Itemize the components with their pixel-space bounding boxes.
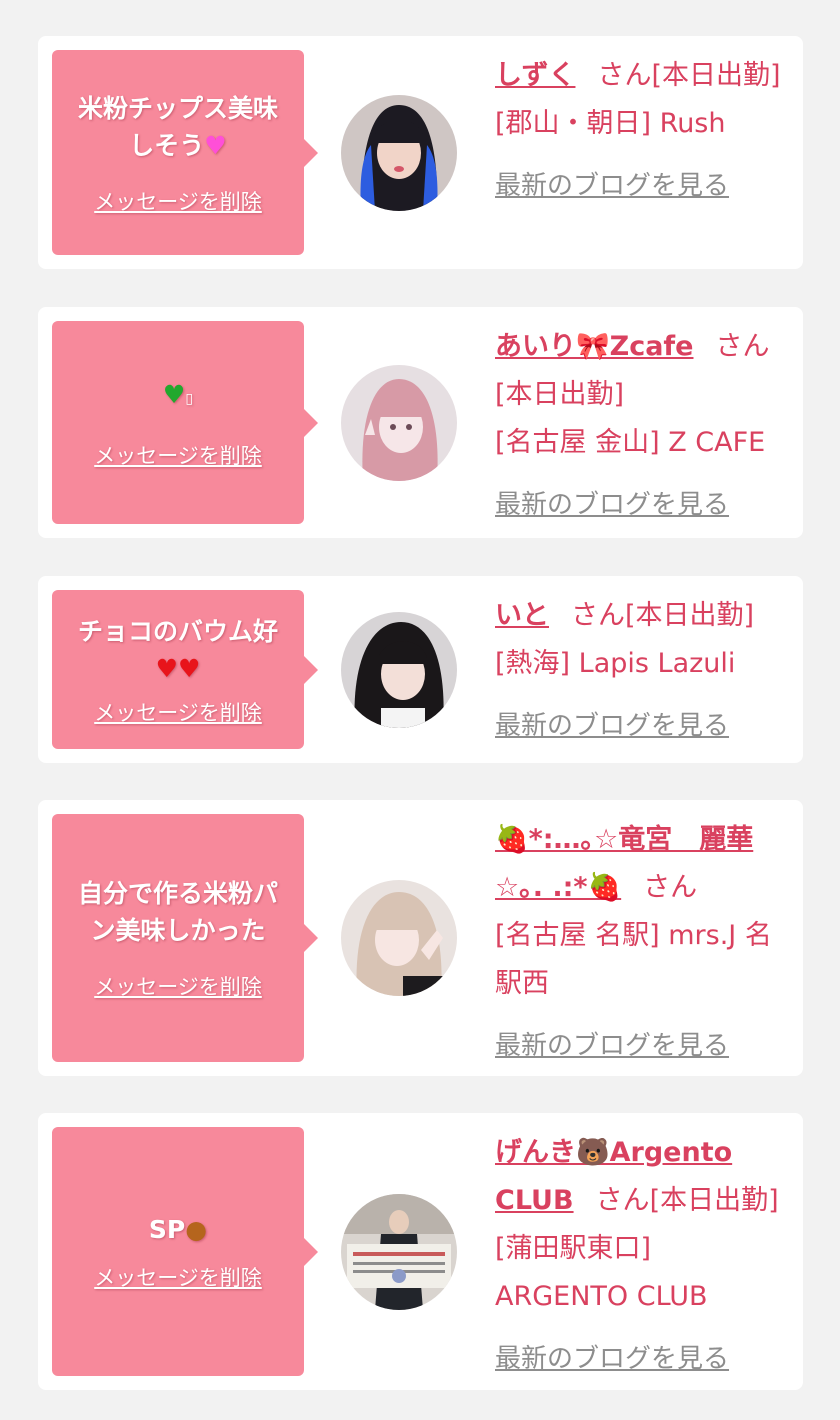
- avatar[interactable]: [341, 611, 457, 728]
- delete-message-link[interactable]: メッセージを削除: [94, 1262, 262, 1292]
- message-card: SP● メッセージを削除 げんき🐻Argento CLUB さん[本日出勤] [蒲…: [38, 1113, 803, 1390]
- cast-info: 🍓*:…｡☆竜宮 麗華☆｡. .:*🍓 さん [名古屋 名駅] mrs.J 名駅西…: [495, 816, 789, 1070]
- latest-blog-link[interactable]: 最新のブログを見る: [495, 481, 729, 529]
- red-heart-icon: ♥♥: [155, 653, 201, 683]
- latest-blog-link[interactable]: 最新のブログを見る: [495, 1022, 729, 1070]
- avatar[interactable]: [341, 880, 457, 996]
- cast-info: あいり🎀Zcafe さん [本日出勤] [名古屋 金山] Z CAFE 最新のブロ…: [495, 323, 789, 529]
- shop-label: [名古屋 名駅] mrs.J 名駅西: [495, 920, 772, 999]
- message-bubble: 自分で作る米粉パン美味しかった メッセージを削除: [52, 814, 318, 1062]
- status-label: [本日出勤]: [651, 60, 781, 91]
- cast-info: いと さん[本日出勤] [熱海] Lapis Lazuli 最新のブログを見る: [495, 592, 789, 750]
- delete-message-link[interactable]: メッセージを削除: [94, 697, 262, 727]
- message-text: チョコのバウム好 ♥♥: [77, 616, 278, 683]
- message-card: 自分で作る米粉パン美味しかった メッセージを削除 🍓*:…｡☆竜宮 麗華☆｡. …: [38, 800, 803, 1076]
- message-card: 米粉チップス美味しそう♥ メッセージを削除 しずく さん[本日出勤] [郡山・朝日…: [38, 36, 803, 269]
- message-bubble: 米粉チップス美味しそう♥ メッセージを削除: [52, 50, 318, 255]
- cast-name-link[interactable]: 🍓*:…｡☆竜宮 麗華☆｡. .:*🍓: [495, 824, 753, 903]
- bear-icon: ●: [185, 1215, 208, 1244]
- message-text: 米粉チップス美味しそう♥: [77, 93, 278, 160]
- message-text: 自分で作る米粉パン美味しかった: [77, 879, 278, 945]
- message-card: チョコのバウム好 ♥♥ メッセージを削除 いと さん[本日出勤] [熱海] Lapi…: [38, 576, 803, 763]
- honorific: さん: [597, 60, 652, 91]
- avatar[interactable]: [341, 364, 457, 481]
- avatar[interactable]: [341, 94, 457, 211]
- shop-label: [郡山・朝日] Rush: [495, 108, 726, 139]
- honorific: さん: [715, 331, 770, 362]
- honorific: さん: [595, 1185, 650, 1216]
- cast-name-link[interactable]: しずく: [495, 60, 575, 91]
- cast-info: げんき🐻Argento CLUB さん[本日出勤] [蒲田駅東口] ARGENTO…: [495, 1129, 789, 1383]
- delete-message-link[interactable]: メッセージを削除: [94, 971, 262, 1001]
- delete-message-link[interactable]: メッセージを削除: [94, 440, 262, 470]
- message-bubble: ♥▯ メッセージを削除: [52, 321, 318, 524]
- honorific: さん: [643, 872, 698, 903]
- message-bubble: SP● メッセージを削除: [52, 1127, 318, 1376]
- green-heart-icon: ♥: [162, 379, 186, 409]
- latest-blog-link[interactable]: 最新のブログを見る: [495, 162, 729, 210]
- cast-name-link[interactable]: いと: [495, 600, 549, 631]
- cast-info: しずく さん[本日出勤] [郡山・朝日] Rush 最新のブログを見る: [495, 52, 789, 210]
- shop-label: [熱海] Lapis Lazuli: [495, 648, 736, 679]
- latest-blog-link[interactable]: 最新のブログを見る: [495, 1335, 729, 1383]
- message-text: ♥▯: [162, 379, 194, 409]
- status-label: [本日出勤]: [495, 379, 625, 410]
- message-card: ♥▯ メッセージを削除 あいり🎀Zcafe さん [本日出勤] [名古屋 金山] …: [38, 307, 803, 538]
- latest-blog-link[interactable]: 最新のブログを見る: [495, 702, 729, 750]
- pink-heart-icon: ♥: [204, 130, 227, 160]
- avatar[interactable]: [341, 1193, 457, 1310]
- shop-label: [名古屋 金山] Z CAFE: [495, 427, 766, 458]
- message-list: 米粉チップス美味しそう♥ メッセージを削除 しずく さん[本日出勤] [郡山・朝日…: [0, 0, 840, 1420]
- message-bubble: チョコのバウム好 ♥♥ メッセージを削除: [52, 590, 318, 749]
- cast-name-link[interactable]: あいり🎀Zcafe: [495, 331, 693, 362]
- delete-message-link[interactable]: メッセージを削除: [94, 186, 262, 216]
- status-label: [本日出勤]: [625, 600, 755, 631]
- message-text: SP●: [148, 1215, 208, 1244]
- status-label: [本日出勤]: [649, 1185, 779, 1216]
- shop-label: [蒲田駅東口] ARGENTO CLUB: [495, 1233, 708, 1312]
- honorific: さん: [571, 600, 625, 631]
